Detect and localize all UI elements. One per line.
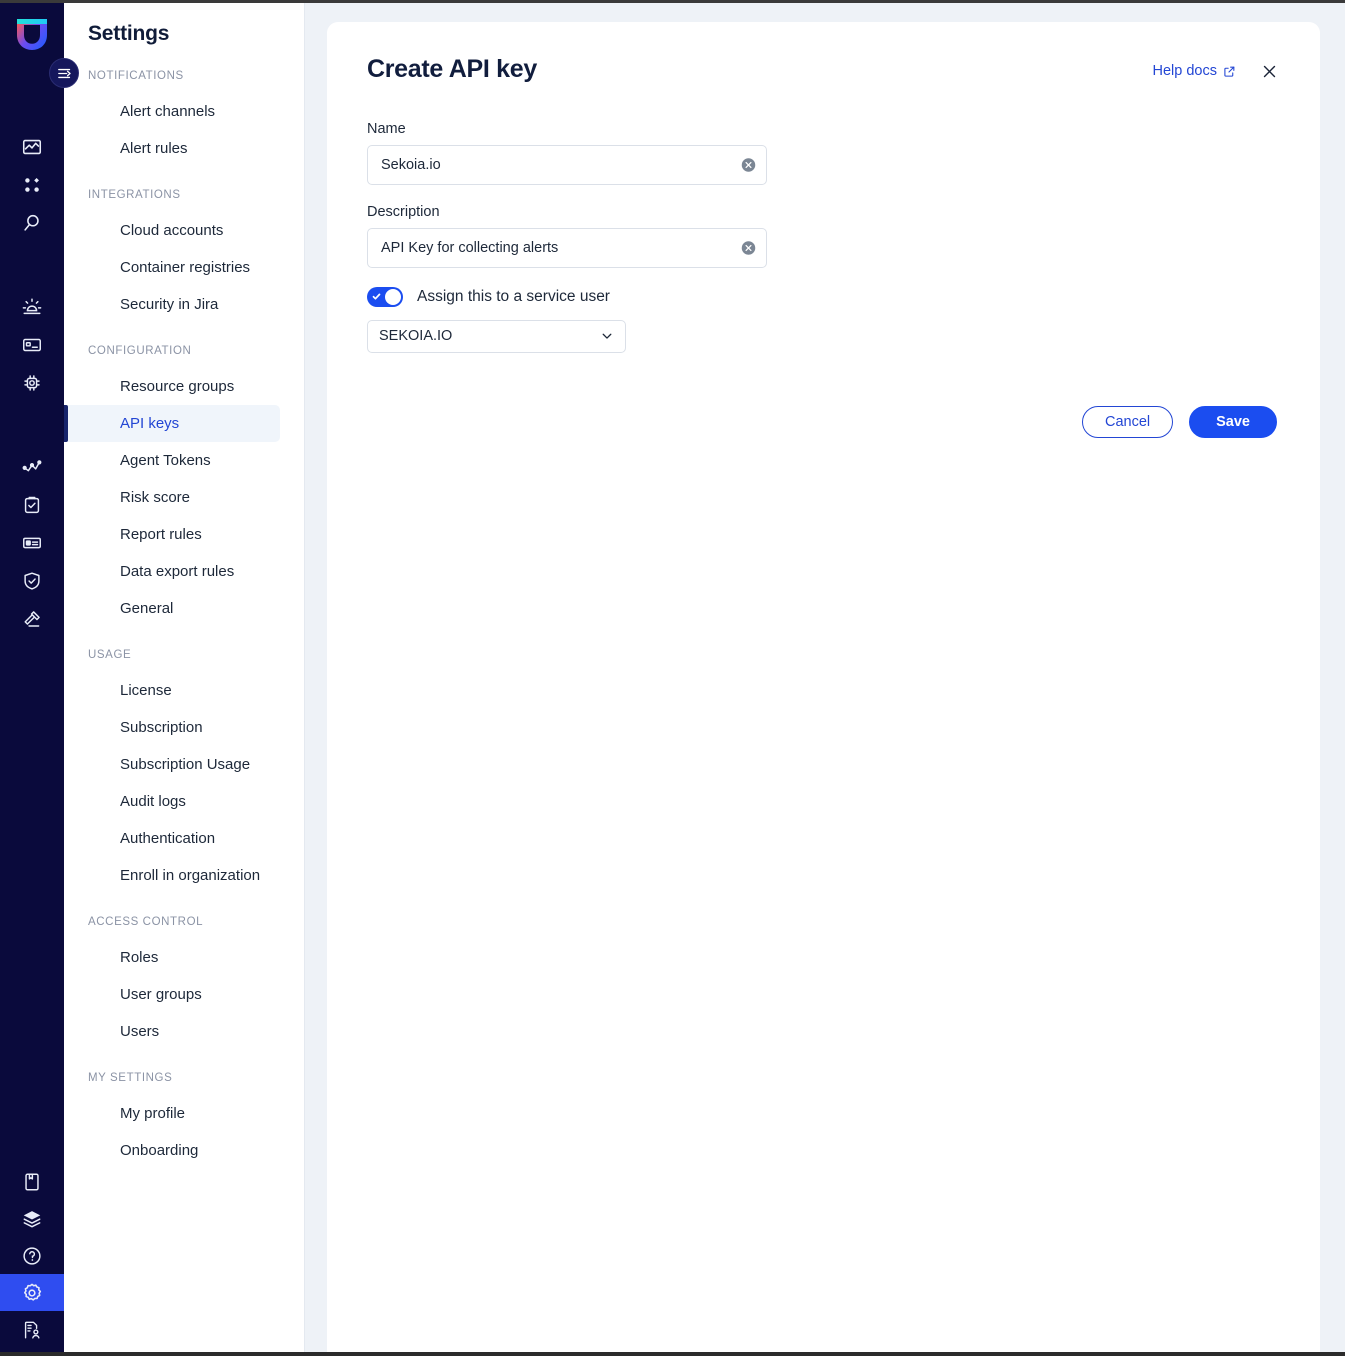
help-circle-icon[interactable] [0,1237,64,1274]
search-icon[interactable] [0,204,64,242]
sidebar-item-data-export-rules[interactable]: Data export rules [64,553,280,590]
sidebar-item-audit-logs[interactable]: Audit logs [64,783,280,820]
clear-circle-icon [741,240,756,255]
nav-section-label: ACCESS CONTROL [88,916,204,928]
sidebar-item-subscription[interactable]: Subscription [64,709,280,746]
sidebar-item-security-in-jira[interactable]: Security in Jira [64,286,280,323]
header-actions: Help docs [1153,56,1280,82]
name-input[interactable] [367,144,767,185]
window-bottom-edge [0,1352,1345,1356]
settings-sidebar: Settings NOTIFICATIONS Alert channels Aler… [64,0,305,1356]
close-icon [1263,65,1275,77]
main-content-area: Create API key Help docs Name Sekoia.io … [305,0,1345,1356]
inventory-card-icon[interactable] [0,326,64,364]
primary-icon-rail [0,0,64,1356]
sidebar-item-cloud-accounts[interactable]: Cloud accounts [64,212,280,249]
assign-service-user-label: Assign this to a service user [417,287,610,305]
book-icon[interactable] [0,1163,64,1200]
sidebar-item-subscription-usage[interactable]: Subscription Usage [64,746,280,783]
sidebar-item-report-rules[interactable]: Report rules [64,516,280,553]
sidebar-item-authentication[interactable]: Authentication [64,820,280,857]
external-link-icon [1224,66,1235,77]
window-top-edge [0,0,1345,3]
sidebar-item-risk-score[interactable]: Risk score [64,479,280,516]
gavel-icon[interactable] [0,600,64,638]
nav-section: INTEGRATIONS Cloud accounts Container regi… [64,189,304,323]
description-field-label: Description [367,203,440,220]
unified-shield-logo-glyph [17,19,47,50]
toggle-check-icon [372,292,381,301]
close-button[interactable] [1258,60,1280,82]
rail-group-low [0,448,64,638]
service-user-select[interactable]: SEKOIA.IO [367,319,626,353]
nav-section-label: NOTIFICATIONS [88,70,184,82]
rail-group-mid [0,288,64,402]
service-user-select-value: SEKOIA.IO [379,328,453,344]
nav-section: MY SETTINGS My profile Onboarding [64,1072,304,1169]
workloads-chip-icon[interactable] [0,364,64,402]
name-input-wrapper [367,144,767,185]
nav-section-label: INTEGRATIONS [88,189,181,201]
api-key-form: Name Description [367,84,1280,438]
nav-section: ACCESS CONTROL Roles User groups Users [64,916,304,1050]
sidebar-item-resource-groups[interactable]: Resource groups [64,368,280,405]
settings-nav: NOTIFICATIONS Alert channels Alert rules IN… [64,70,304,1169]
alert-beacon-icon[interactable] [0,288,64,326]
sidebar-item-user-groups[interactable]: User groups [64,976,280,1013]
sidebar-item-general[interactable]: General [64,590,280,627]
sidebar-item-alert-rules[interactable]: Alert rules [64,130,280,167]
clear-name-icon[interactable] [741,157,756,172]
unified-shield-logo[interactable] [0,2,64,66]
apps-grid-icon[interactable] [0,166,64,204]
cancel-button[interactable]: Cancel [1081,405,1174,438]
sidebar-item-roles[interactable]: Roles [64,939,280,976]
card-title: Create API key [367,55,537,83]
create-api-key-card: Create API key Help docs Name Sekoia.io … [327,22,1320,1356]
name-field-label: Name [367,120,406,137]
service-user-toggle-row: Assign this to a service user [367,286,1280,307]
menu-arrow-icon [57,68,71,78]
card-header: Create API key Help docs [367,55,1280,84]
nav-section-label: MY SETTINGS [88,1072,173,1084]
rail-group-top [0,128,64,242]
description-input[interactable] [367,227,767,268]
sidebar-item-onboarding[interactable]: Onboarding [64,1132,280,1169]
clear-circle-icon [741,157,756,172]
sidebar-item-container-registries[interactable]: Container registries [64,249,280,286]
nav-section: NOTIFICATIONS Alert channels Alert rules [64,70,304,167]
save-button[interactable]: Save [1189,405,1277,438]
tasks-clipboard-icon[interactable] [0,486,64,524]
layers-icon[interactable] [0,1200,64,1237]
help-docs-label: Help docs [1152,63,1217,79]
page-title: Settings [88,22,170,45]
assign-service-user-toggle[interactable] [367,286,403,307]
form-actions: Cancel Save [367,405,1280,438]
sidebar-item-enroll-in-organization[interactable]: Enroll in organization [64,857,280,894]
clear-description-icon[interactable] [741,240,756,255]
help-docs-link[interactable]: Help docs [1153,63,1236,79]
sidebar-item-alert-channels[interactable]: Alert channels [64,93,280,130]
shield-check-icon[interactable] [0,562,64,600]
settings-page: Settings NOTIFICATIONS Alert channels Aler… [0,0,1345,1356]
sidebar-item-users[interactable]: Users [64,1013,280,1050]
service-user-select-wrapper: SEKOIA.IO [367,319,626,353]
user-admin-icon[interactable] [0,1311,64,1348]
sidebar-toggle-button[interactable] [49,58,79,88]
toggle-knob [385,288,401,305]
gear-icon[interactable] [0,1274,64,1311]
reports-id-icon[interactable] [0,524,64,562]
nav-section: CONFIGURATION Resource groups API keys Agen… [64,345,304,627]
sidebar-item-license[interactable]: License [64,672,280,709]
description-input-wrapper [367,227,767,268]
sidebar-item-api-keys[interactable]: API keys [64,405,280,442]
dashboard-chart-icon[interactable] [0,128,64,166]
rail-group-bottom [0,1163,64,1356]
network-graph-icon[interactable] [0,448,64,486]
nav-section: USAGE License Subscription Subscription Usa… [64,649,304,894]
nav-section-label: CONFIGURATION [88,345,192,357]
sidebar-item-agent-tokens[interactable]: Agent Tokens [64,442,280,479]
sidebar-item-my-profile[interactable]: My profile [64,1095,280,1132]
nav-section-label: USAGE [88,649,132,661]
